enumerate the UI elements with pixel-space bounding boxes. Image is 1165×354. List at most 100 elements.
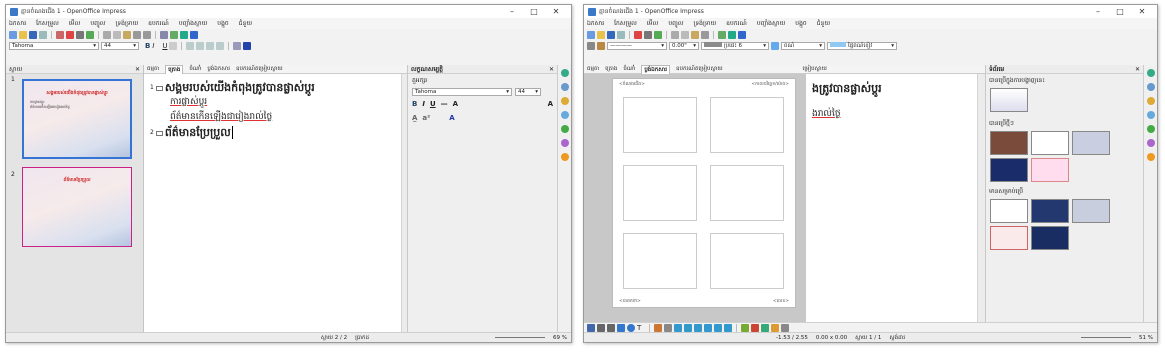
close-icon[interactable]: ✕ — [1131, 7, 1153, 16]
handout-canvas[interactable]: <ចំណងជើង> <កាលបរិច្ឆេទ/ម៉ោង> <បាតកថា> <ល… — [584, 74, 985, 322]
area-style-box[interactable]: ពណ៌ ▾ — [781, 41, 825, 50]
zoom-level[interactable]: 69 % — [553, 335, 567, 341]
tab-normal[interactable]: ធម្មតា — [587, 65, 599, 73]
save-icon[interactable] — [607, 30, 615, 39]
menu-edit[interactable]: កែសម្រួល — [36, 19, 59, 28]
maximize-icon[interactable]: □ — [1109, 7, 1131, 16]
pdf-icon[interactable] — [66, 30, 74, 39]
line-style-icon[interactable] — [597, 41, 605, 50]
rectangle-tool-icon[interactable] — [617, 323, 625, 332]
extrusion-icon[interactable] — [781, 323, 789, 332]
align-center-icon[interactable] — [196, 41, 205, 50]
italic-icon[interactable]: I — [152, 42, 160, 50]
close-icon[interactable]: ✕ — [545, 7, 567, 16]
justify-icon[interactable] — [216, 41, 225, 50]
styles-icon[interactable] — [1146, 97, 1155, 105]
zoom-level[interactable]: 51 % — [1139, 335, 1153, 341]
slide-thumbnail-2[interactable]: ព័ត៌មានប្រែប្រួល — [22, 167, 132, 247]
tab-notes[interactable]: ចំណាំ — [189, 65, 201, 73]
line-style-box[interactable]: ———— ▾ — [607, 41, 667, 50]
styles-icon[interactable] — [560, 97, 569, 105]
line-color-box[interactable]: ប្រផេះ 6 ▾ — [701, 41, 769, 50]
area-color-box[interactable]: ផ្ទៃពណ៌ខៀវ ▾ — [827, 41, 897, 50]
master-thumb[interactable] — [1072, 131, 1110, 155]
spacing-icon[interactable]: A̲ — [412, 114, 417, 122]
copy-icon[interactable] — [681, 30, 689, 39]
outline-slide-title-1[interactable]: 1 សង្គមរបស់យើងកំពុងត្រូវបានផ្លាស់ប្ដូរ — [150, 80, 395, 95]
outline-slide-title-2[interactable]: 2 ព័ត៌មានប្រែប្រួល — [150, 125, 395, 140]
slide-placeholder[interactable] — [710, 165, 784, 221]
vertical-scrollbar[interactable] — [977, 74, 985, 322]
close-icon[interactable]: ✕ — [549, 66, 554, 73]
menu-format[interactable]: ទ្រង់ទ្រាយ — [116, 19, 139, 28]
line-tool-icon[interactable] — [597, 323, 605, 332]
chart-icon[interactable] — [718, 30, 726, 39]
master-thumb[interactable] — [990, 158, 1028, 182]
menu-insert[interactable]: បញ្ចូល — [668, 19, 683, 28]
close-icon[interactable]: ✕ — [1135, 66, 1140, 73]
outline-editor[interactable]: 1 សង្គមរបស់យើងកំពុងត្រូវបានផ្លាស់ប្ដូរ កា… — [144, 74, 401, 332]
master-thumb[interactable] — [990, 226, 1028, 250]
properties-icon[interactable] — [560, 69, 569, 77]
menu-view[interactable]: មើល — [647, 19, 658, 28]
curve-tool-icon[interactable] — [654, 323, 662, 332]
menu-file[interactable]: ឯកសារ — [9, 19, 26, 28]
align-left-icon[interactable] — [186, 41, 195, 50]
navigator-icon[interactable] — [728, 30, 736, 39]
italic-button[interactable]: I — [422, 100, 425, 108]
superscript-icon[interactable]: a² — [422, 114, 430, 122]
navigator-icon[interactable] — [560, 125, 569, 133]
flowchart-icon[interactable] — [704, 323, 712, 332]
select-arrow-icon[interactable] — [587, 323, 595, 332]
copy-icon[interactable] — [113, 30, 121, 39]
minimize-icon[interactable]: – — [501, 7, 523, 16]
maximize-icon[interactable]: □ — [523, 7, 545, 16]
stars-icon[interactable] — [724, 323, 732, 332]
font-color-icon[interactable] — [243, 41, 252, 50]
menu-window[interactable]: បង្អួច — [795, 19, 806, 28]
section-available[interactable]: មានសម្រាប់ប្រើ — [986, 183, 1143, 198]
tab-slide-sorter[interactable]: ឧបករណ៍តម្រៀបស្លាយ — [236, 65, 283, 73]
master-thumb[interactable] — [1031, 199, 1069, 223]
properties-icon[interactable] — [1146, 69, 1155, 77]
menu-window[interactable]: បង្អួច — [217, 19, 228, 28]
zoom-slider[interactable] — [495, 337, 546, 338]
master-thumb[interactable] — [990, 199, 1028, 223]
symbol-shapes-icon[interactable] — [684, 323, 692, 332]
callouts-icon[interactable] — [714, 323, 722, 332]
props-font-name[interactable]: Tahoma ▾ — [412, 88, 512, 96]
redo-icon[interactable] — [143, 30, 151, 39]
outline-bullet[interactable]: ការផ្លាស់ប្ដូរ — [170, 95, 395, 110]
new-icon[interactable] — [587, 30, 595, 39]
chart-icon[interactable] — [170, 30, 178, 39]
new-icon[interactable] — [9, 30, 17, 39]
tab-outline[interactable]: គ្រោង — [165, 64, 184, 74]
paste-icon[interactable] — [691, 30, 699, 39]
navigator-icon[interactable] — [1146, 125, 1155, 133]
email-icon[interactable] — [39, 30, 47, 39]
connector-icon[interactable] — [664, 323, 672, 332]
arrow-tool-icon[interactable] — [607, 323, 615, 332]
master-thumb[interactable] — [990, 88, 1028, 112]
transition-icon[interactable] — [560, 153, 569, 161]
slide-placeholder[interactable] — [710, 97, 784, 153]
pdf-icon[interactable] — [634, 30, 642, 39]
fill-icon[interactable] — [771, 41, 779, 50]
menu-slideshow[interactable]: បញ្ចាំងស្លាយ — [179, 19, 207, 28]
tab-slide-sorter[interactable]: ឧបករណ៍តម្រៀបស្លាយ — [676, 65, 723, 73]
master-thumb[interactable] — [1072, 199, 1110, 223]
select-icon[interactable] — [587, 41, 595, 50]
outline-bullet[interactable]: ព័ត៌មានកើនឡើងជារៀងរាល់ថ្ងៃ — [170, 110, 395, 125]
menu-slideshow[interactable]: បញ្ចាំងស្លាយ — [757, 19, 785, 28]
save-icon[interactable] — [29, 30, 37, 39]
master-thumb[interactable] — [1031, 226, 1069, 250]
undo-icon[interactable] — [701, 30, 709, 39]
layouts-icon[interactable] — [560, 83, 569, 91]
open-icon[interactable] — [19, 30, 27, 39]
strikethrough-icon[interactable]: — — [441, 100, 448, 108]
gallery-icon[interactable] — [560, 111, 569, 119]
slide-placeholder[interactable] — [623, 165, 697, 221]
bold-button[interactable]: B — [145, 42, 150, 50]
basic-shapes-icon[interactable] — [674, 323, 682, 332]
text-tool-icon[interactable]: T — [637, 324, 645, 332]
